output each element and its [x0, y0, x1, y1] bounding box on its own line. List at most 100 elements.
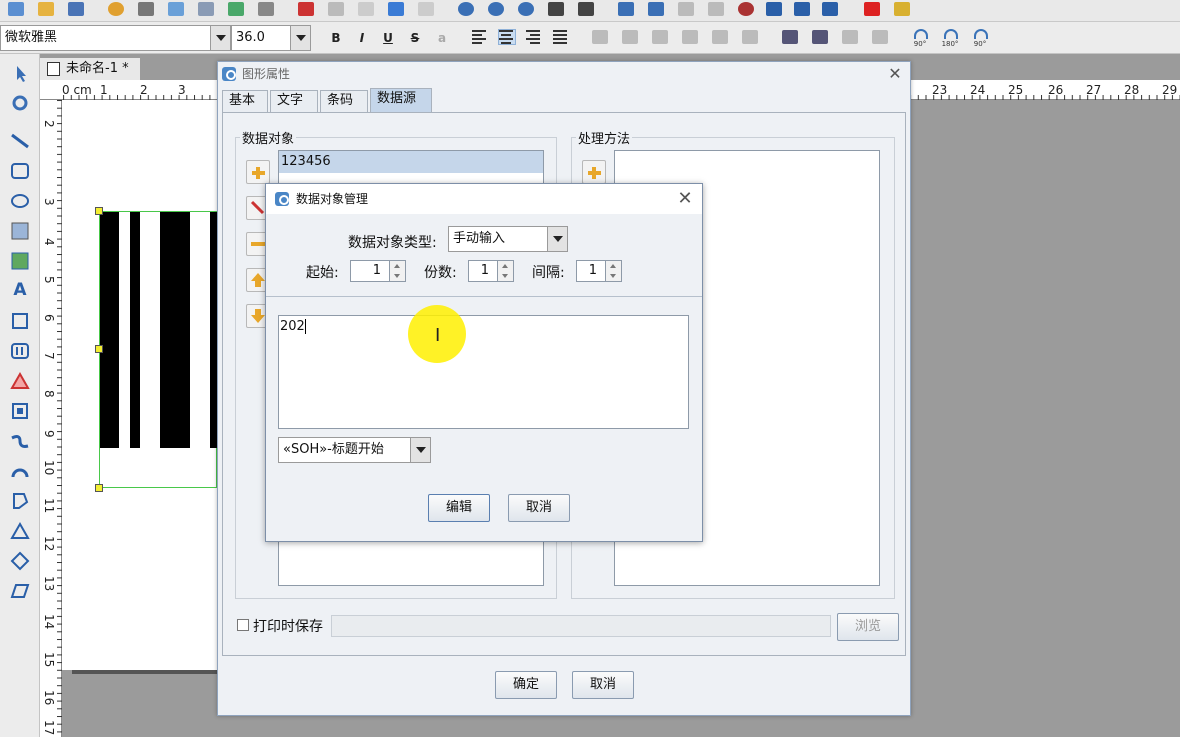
- cancel-button[interactable]: 取消: [508, 494, 570, 522]
- chevron-down-icon[interactable]: [410, 438, 430, 462]
- list-item[interactable]: 123456: [279, 151, 543, 173]
- copies-spinner[interactable]: 1: [468, 260, 514, 282]
- triangle-tool-icon[interactable]: [9, 520, 31, 542]
- page-center-h-icon[interactable]: [782, 30, 798, 44]
- paste-icon[interactable]: [358, 2, 374, 16]
- polygon-tool-icon[interactable]: [9, 490, 31, 512]
- copy-icon[interactable]: [328, 2, 344, 16]
- control-char-select[interactable]: «SOH»-标题开始: [278, 437, 431, 463]
- center-vertical-icon[interactable]: [742, 30, 758, 44]
- same-height-icon[interactable]: [872, 30, 888, 44]
- resize-handle[interactable]: [95, 207, 103, 215]
- spinner-arrows-icon[interactable]: [389, 261, 405, 281]
- rectangle-tool-icon[interactable]: [9, 160, 31, 182]
- line-tool-icon[interactable]: [9, 130, 31, 152]
- save-on-print-checkbox[interactable]: [237, 619, 249, 631]
- fit-page-icon[interactable]: [578, 2, 594, 16]
- zoom-in-icon[interactable]: [458, 2, 474, 16]
- diamond-tool-icon[interactable]: [9, 550, 31, 572]
- redo-icon[interactable]: [418, 2, 434, 16]
- add-process-icon[interactable]: [582, 160, 606, 184]
- ungroup-icon[interactable]: [708, 2, 724, 16]
- align-objects-top-icon[interactable]: [652, 30, 668, 44]
- content-textarea[interactable]: 202: [278, 315, 689, 429]
- underline-button[interactable]: U: [378, 28, 398, 48]
- arc-tool-icon[interactable]: [9, 460, 31, 482]
- chevron-down-icon[interactable]: [210, 26, 230, 50]
- cut-icon[interactable]: [298, 2, 314, 16]
- tab-datasource[interactable]: 数据源: [370, 88, 432, 112]
- rotate-270-button[interactable]: 90°: [968, 28, 992, 50]
- align-center-icon[interactable]: [498, 29, 516, 45]
- cancel-button[interactable]: 取消: [572, 671, 634, 699]
- interval-spinner[interactable]: 1: [576, 260, 622, 282]
- browse-button[interactable]: 浏览: [837, 613, 899, 641]
- ellipse-tool-icon[interactable]: [9, 190, 31, 212]
- align-justify-icon[interactable]: [553, 30, 569, 44]
- open-icon[interactable]: [38, 2, 54, 16]
- spinner-arrows-icon[interactable]: [497, 261, 513, 281]
- image-tool-icon[interactable]: [9, 220, 31, 242]
- view-icon[interactable]: [738, 2, 754, 16]
- preview-icon[interactable]: [168, 2, 184, 16]
- align-objects-bottom-icon[interactable]: [682, 30, 698, 44]
- pointer-icon[interactable]: [9, 62, 31, 84]
- rotate-tool-icon[interactable]: [9, 92, 31, 114]
- export-icon[interactable]: [228, 2, 244, 16]
- document-tab[interactable]: 未命名-1 *: [40, 58, 140, 80]
- save-path-input[interactable]: [331, 615, 831, 637]
- curve-tool-icon[interactable]: [9, 430, 31, 452]
- chevron-down-icon[interactable]: [290, 26, 310, 50]
- bring-front-icon[interactable]: [618, 2, 634, 16]
- align-left-icon[interactable]: [472, 30, 488, 44]
- close-icon[interactable]: ✕: [676, 190, 694, 208]
- zoom-out-icon[interactable]: [488, 2, 504, 16]
- parallelogram-tool-icon[interactable]: [9, 580, 31, 602]
- print-icon[interactable]: [138, 2, 154, 16]
- distribute-icon[interactable]: [822, 2, 838, 16]
- rotate-180-button[interactable]: 180°: [938, 28, 962, 50]
- undo-icon[interactable]: [388, 2, 404, 16]
- italic-button[interactable]: I: [352, 28, 372, 48]
- table-tool-icon[interactable]: [9, 400, 31, 422]
- resize-handle[interactable]: [95, 345, 103, 353]
- edit-button[interactable]: 编辑: [428, 494, 490, 522]
- rich-text-tool-icon[interactable]: [9, 310, 31, 332]
- close-icon[interactable]: ✕: [886, 62, 904, 86]
- add-icon[interactable]: [246, 160, 270, 184]
- layer-icon[interactable]: [766, 2, 782, 16]
- spinner-arrows-icon[interactable]: [605, 261, 621, 281]
- page-center-v-icon[interactable]: [812, 30, 828, 44]
- barcode-object[interactable]: [95, 207, 218, 492]
- strike-button[interactable]: S: [405, 28, 425, 48]
- same-width-icon[interactable]: [842, 30, 858, 44]
- resize-handle[interactable]: [95, 484, 103, 492]
- rotate-90-button[interactable]: 90°: [908, 28, 932, 50]
- font-name-select[interactable]: 微软雅黑: [0, 25, 231, 51]
- grid-icon[interactable]: [258, 2, 274, 16]
- align-objects-left-icon[interactable]: [592, 30, 608, 44]
- start-spinner[interactable]: 1: [350, 260, 406, 282]
- group-icon[interactable]: [678, 2, 694, 16]
- send-back-icon[interactable]: [648, 2, 664, 16]
- zoom-fit-icon[interactable]: [518, 2, 534, 16]
- picture-tool-icon[interactable]: [9, 250, 31, 272]
- settings-icon[interactable]: [108, 2, 124, 16]
- database-icon[interactable]: [198, 2, 214, 16]
- barcode-tool-icon[interactable]: [9, 340, 31, 362]
- center-horizontal-icon[interactable]: [712, 30, 728, 44]
- select-icon[interactable]: [548, 2, 564, 16]
- align-objects-right-icon[interactable]: [622, 30, 638, 44]
- tab-barcode[interactable]: 条码: [320, 90, 368, 112]
- ok-button[interactable]: 确定: [495, 671, 557, 699]
- format-icon[interactable]: a: [432, 28, 452, 48]
- calculator-icon[interactable]: [894, 2, 910, 16]
- tab-basic[interactable]: 基本: [222, 90, 268, 112]
- font-size-select[interactable]: 36.0: [231, 25, 311, 51]
- bold-button[interactable]: B: [326, 28, 346, 48]
- qrcode-tool-icon[interactable]: [9, 370, 31, 392]
- align-right-icon[interactable]: [526, 30, 542, 44]
- align-icon[interactable]: [794, 2, 810, 16]
- chevron-down-icon[interactable]: [547, 227, 567, 251]
- pdf-icon[interactable]: [864, 2, 880, 16]
